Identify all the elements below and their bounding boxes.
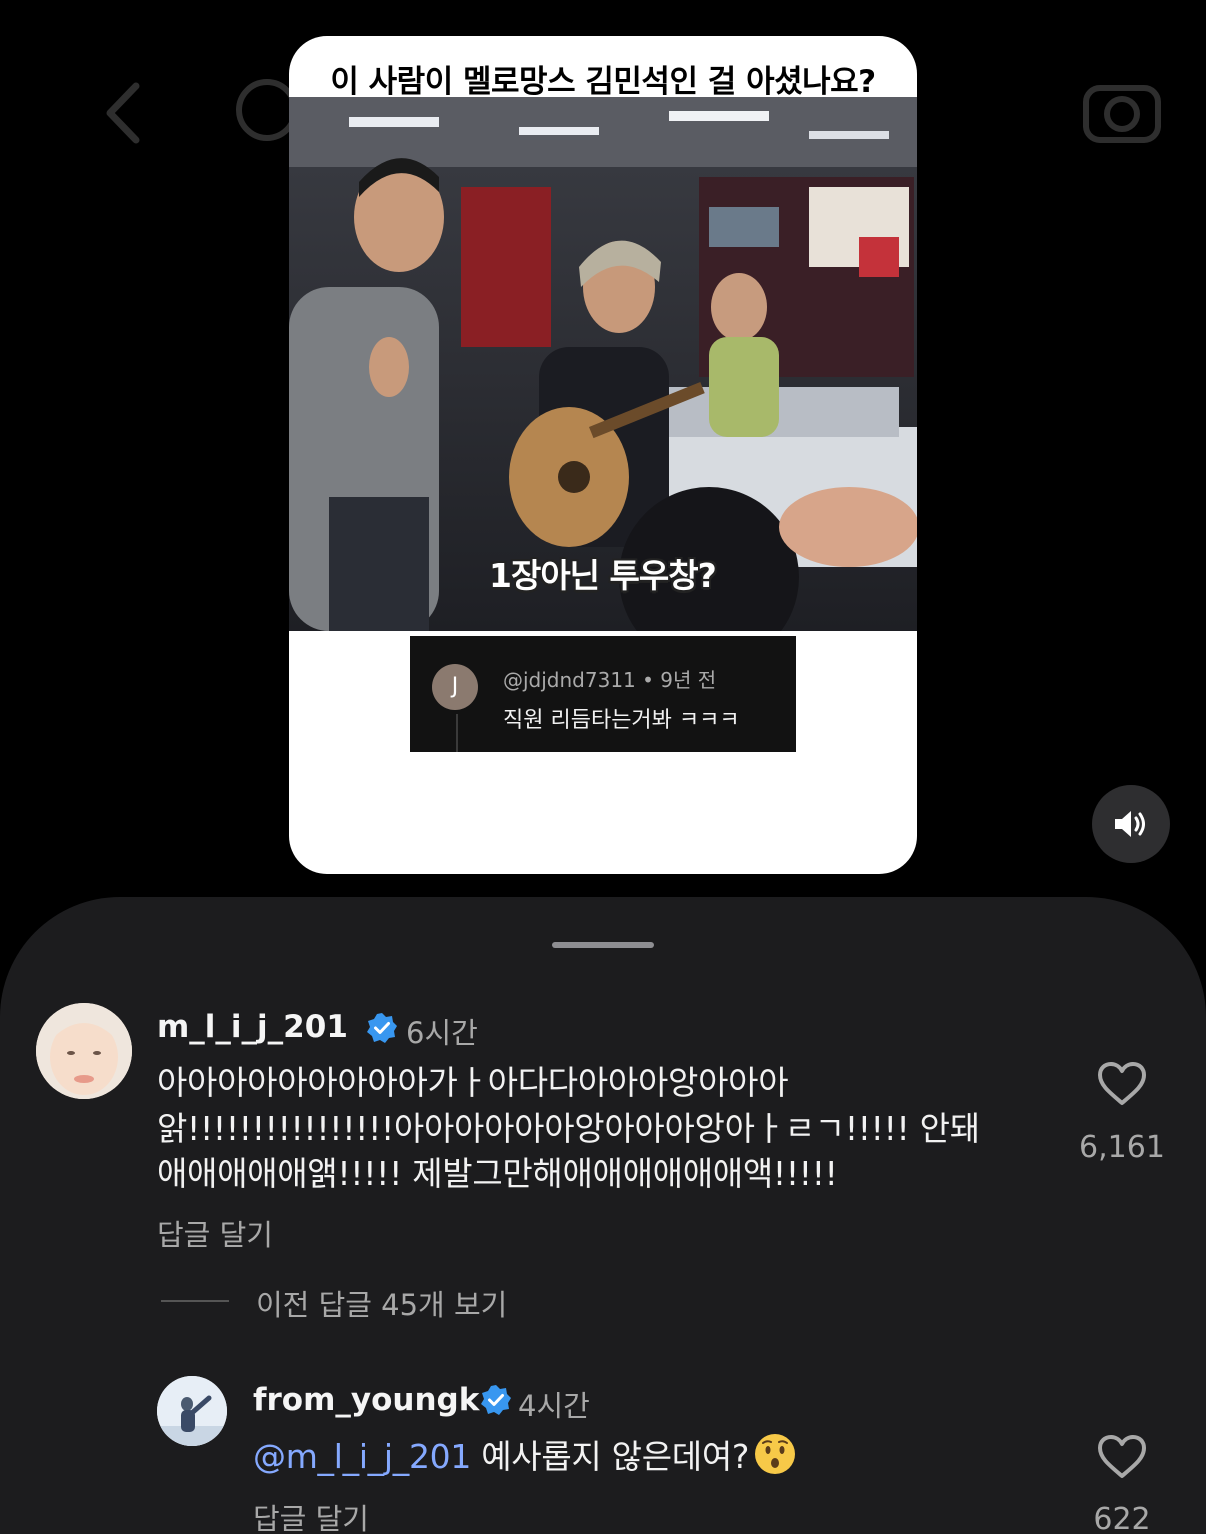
view-replies-divider (161, 1300, 229, 1302)
like-count: 622 (1093, 1502, 1151, 1534)
avatar[interactable] (36, 1003, 132, 1099)
quoted-youtube-comment: J @jdjdnd7311 • 9년 전 직원 리듬타는거봐 ㅋㅋㅋ (410, 636, 796, 752)
video-subtitle: 1장아닌 투우창? (489, 556, 717, 595)
speaker-volume-icon (1115, 811, 1145, 837)
quoted-comment-avatar: J (432, 664, 478, 710)
reel-title: 이 사람이 멜로망스 김민석인 걸 아셨나요? (330, 64, 876, 100)
video-frame[interactable]: 1장아닌 투우창? (289, 97, 917, 631)
comment-text-line-3: 애애애애애앩!!!!! 제발그만해애애애애애애액!!!!! (157, 1154, 838, 1193)
reply-button[interactable]: 답글 달기 (253, 1496, 369, 1534)
comment-text-line-1: 아아아아아아아아아가ㅏ아다다아아아앙아아아 (157, 1063, 789, 1102)
hushed-face-emoji-icon (755, 1434, 796, 1474)
reply-button[interactable]: 답글 달기 (157, 1212, 273, 1254)
comment-username[interactable]: m_l_i_j_201 (157, 1009, 348, 1045)
comment-time: 6시간 (406, 1016, 478, 1050)
verified-badge-icon (367, 1013, 397, 1043)
sheet-grabber-handle[interactable] (552, 942, 654, 948)
reply-time: 4시간 (518, 1389, 590, 1423)
avatar[interactable] (157, 1376, 227, 1446)
quoted-comment-meta: @jdjdnd7311 • 9년 전 (503, 668, 717, 692)
avatar-image (36, 1003, 132, 1099)
reply-text: @m_l_i_j_201 예사롭지 않은데여? (253, 1432, 797, 1479)
reply-text-body: 예사롭지 않은데여? (471, 1437, 750, 1476)
back-arrow-icon[interactable] (96, 78, 156, 148)
verified-badge-icon (481, 1385, 511, 1415)
comment-text-line-2: 앍!!!!!!!!!!!!!!!!아아아아아아앙아아아앙아ㅏㄹㄱ!!!!! 안돼 (157, 1109, 980, 1148)
camera-icon[interactable] (1082, 76, 1162, 144)
quoted-comment-text: 직원 리듬타는거봐 ㅋㅋㅋ (503, 708, 740, 733)
heart-icon[interactable] (1097, 1061, 1147, 1107)
view-previous-replies-button[interactable]: 이전 답글 45개 보기 (256, 1282, 507, 1324)
like-count: 6,161 (1079, 1130, 1165, 1165)
reply-username[interactable]: from_youngk (253, 1382, 479, 1418)
heart-icon[interactable] (1097, 1434, 1147, 1480)
mention-link[interactable]: @m_l_i_j_201 (253, 1437, 471, 1476)
avatar-image (157, 1376, 227, 1446)
thread-line (456, 714, 458, 752)
reel-card[interactable]: 이 사람이 멜로망스 김민석인 걸 아셨나요? 1장아닌 투우창? J @jdj… (289, 36, 917, 874)
volume-button[interactable] (1092, 785, 1170, 863)
